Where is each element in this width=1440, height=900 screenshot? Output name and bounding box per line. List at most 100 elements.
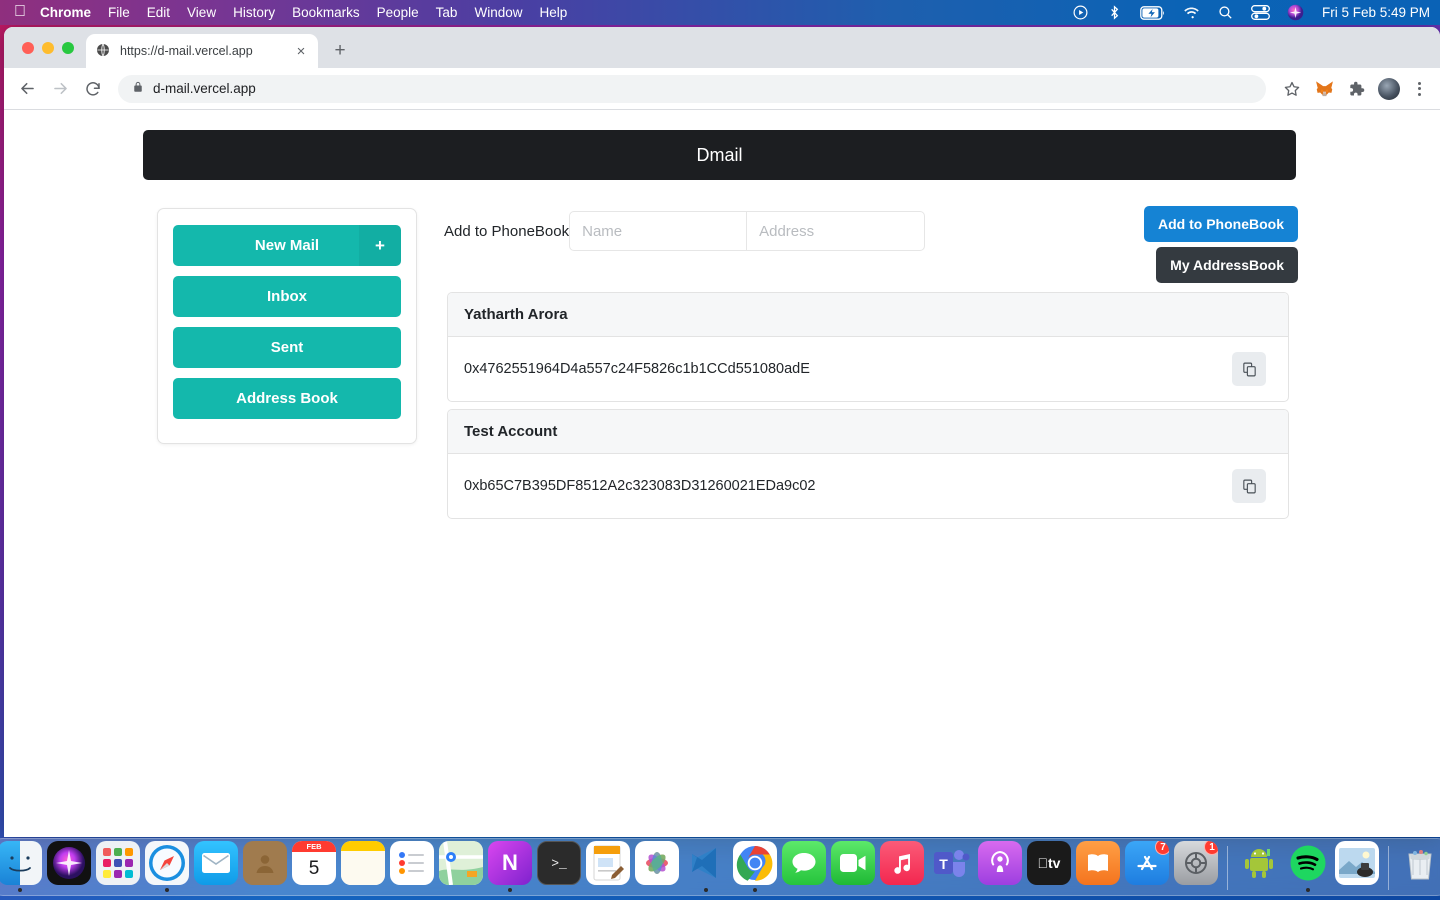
dock-item-safari[interactable]	[144, 841, 190, 892]
trash-icon[interactable]	[1398, 841, 1440, 885]
browser-tab[interactable]: https://d-mail.vercel.app ×	[86, 34, 318, 68]
dock-item-appletv[interactable]: tv	[1026, 841, 1072, 892]
menubar-item-file[interactable]: File	[108, 5, 130, 20]
copy-icon[interactable]	[1232, 352, 1266, 386]
dock-item-spotify[interactable]	[1285, 841, 1331, 892]
plus-icon[interactable]: +	[359, 225, 401, 266]
pages-icon[interactable]	[586, 841, 630, 885]
dock-item-terminal[interactable]: >_	[536, 841, 582, 892]
dock-item-facetime[interactable]	[830, 841, 876, 892]
profile-avatar-icon[interactable]	[1378, 77, 1400, 100]
spotlight-search-icon[interactable]	[1217, 4, 1234, 21]
facetime-icon[interactable]	[831, 841, 875, 885]
menubar-item-help[interactable]: Help	[539, 5, 567, 20]
address-input[interactable]	[747, 211, 926, 251]
chrome-icon[interactable]	[733, 841, 777, 885]
dock-item-siri[interactable]	[46, 841, 92, 892]
arrow-forward-icon[interactable]	[45, 74, 75, 104]
dock-item-chrome[interactable]	[732, 841, 778, 892]
terminal-icon[interactable]: >_	[537, 841, 581, 885]
teams-icon[interactable]: T	[929, 841, 973, 885]
dock-item-finder[interactable]	[0, 841, 43, 892]
address-book-button[interactable]: Address Book	[173, 378, 401, 419]
android-studio-icon[interactable]	[1237, 841, 1281, 885]
dock-item-books[interactable]	[1075, 841, 1121, 892]
music-icon[interactable]	[880, 841, 924, 885]
wifi-icon[interactable]	[1183, 4, 1200, 21]
dock-item-notion[interactable]: N	[487, 841, 533, 892]
my-addressbook-button[interactable]: My AddressBook	[1156, 247, 1298, 283]
siri-icon[interactable]	[1287, 4, 1304, 21]
finder-icon[interactable]	[0, 841, 42, 885]
close-icon[interactable]: ×	[293, 43, 309, 59]
vscode-icon[interactable]	[684, 841, 728, 885]
menubar-item-tab[interactable]: Tab	[436, 5, 458, 20]
copy-icon[interactable]	[1232, 469, 1266, 503]
menubar-item-history[interactable]: History	[233, 5, 275, 20]
mail-icon[interactable]	[194, 841, 238, 885]
dock-item-podcasts[interactable]	[977, 841, 1023, 892]
appstore-icon[interactable]: 7	[1125, 841, 1169, 885]
inbox-button[interactable]: Inbox	[173, 276, 401, 317]
podcasts-icon[interactable]	[978, 841, 1022, 885]
dock-item-launchpad[interactable]	[95, 841, 141, 892]
reminders-icon[interactable]	[390, 841, 434, 885]
contacts-icon[interactable]	[243, 841, 287, 885]
control-center-icon[interactable]	[1251, 5, 1270, 20]
apple-logo-icon[interactable]: 	[14, 3, 26, 20]
launchpad-icon[interactable]	[96, 841, 140, 885]
dock-item-calendar[interactable]: FEB 5	[291, 841, 337, 892]
menubar-item-window[interactable]: Window	[474, 5, 522, 20]
preview-icon[interactable]	[1335, 841, 1379, 885]
dock-item-pages[interactable]	[585, 841, 631, 892]
dock-item-mail[interactable]	[193, 841, 239, 892]
dock-item-teams[interactable]: T	[928, 841, 974, 892]
calendar-icon[interactable]: FEB 5	[292, 841, 336, 885]
messages-icon[interactable]	[782, 841, 826, 885]
system-preferences-icon[interactable]: 1	[1174, 841, 1218, 885]
close-window-button[interactable]	[22, 41, 34, 54]
menubar-item-people[interactable]: People	[377, 5, 419, 20]
dock-item-maps[interactable]	[438, 841, 484, 892]
spotify-icon[interactable]	[1286, 841, 1330, 885]
new-mail-button[interactable]: New Mail +	[173, 225, 401, 266]
menubar-item-chrome[interactable]: Chrome	[40, 5, 91, 20]
bluetooth-icon[interactable]	[1106, 4, 1123, 21]
dock-item-photos[interactable]	[634, 841, 680, 892]
dock-item-appstore[interactable]: 7	[1124, 841, 1170, 892]
add-to-phonebook-button[interactable]: Add to PhoneBook	[1144, 206, 1298, 242]
dock-item-notes[interactable]	[340, 841, 386, 892]
metamask-fox-icon[interactable]	[1311, 76, 1337, 102]
three-dot-menu-icon[interactable]	[1408, 78, 1430, 100]
notion-icon[interactable]: N	[488, 841, 532, 885]
menubar-item-bookmarks[interactable]: Bookmarks	[292, 5, 360, 20]
menubar-clock[interactable]: Fri 5 Feb 5:49 PM	[1322, 5, 1430, 20]
dock-item-messages[interactable]	[781, 841, 827, 892]
dock-item-trash[interactable]	[1397, 841, 1440, 892]
menubar-item-view[interactable]: View	[187, 5, 216, 20]
arrow-back-icon[interactable]	[12, 74, 42, 104]
dock-item-reminders[interactable]	[389, 841, 435, 892]
siri-icon[interactable]	[47, 841, 91, 885]
dock-item-android-studio[interactable]	[1236, 841, 1282, 892]
dock-item-contacts[interactable]	[242, 841, 288, 892]
battery-charging-icon[interactable]	[1140, 5, 1166, 20]
reload-icon[interactable]	[78, 74, 108, 104]
star-icon[interactable]	[1279, 76, 1305, 102]
dock-item-system-preferences[interactable]: 1	[1173, 841, 1219, 892]
address-bar[interactable]: d-mail.vercel.app	[118, 74, 1266, 103]
appletv-icon[interactable]: tv	[1027, 841, 1071, 885]
screen-record-icon[interactable]	[1072, 4, 1089, 21]
name-input[interactable]	[569, 211, 748, 251]
dock-item-vscode[interactable]	[683, 841, 729, 892]
minimize-window-button[interactable]	[42, 41, 54, 54]
menubar-item-edit[interactable]: Edit	[147, 5, 170, 20]
new-tab-button[interactable]: +	[326, 37, 354, 65]
photos-icon[interactable]	[635, 841, 679, 885]
sent-button[interactable]: Sent	[173, 327, 401, 368]
maps-icon[interactable]	[439, 841, 483, 885]
notes-icon[interactable]	[341, 841, 385, 885]
puzzle-piece-icon[interactable]	[1343, 76, 1369, 102]
dock-item-preview[interactable]	[1334, 841, 1380, 892]
maximize-window-button[interactable]	[62, 41, 74, 54]
